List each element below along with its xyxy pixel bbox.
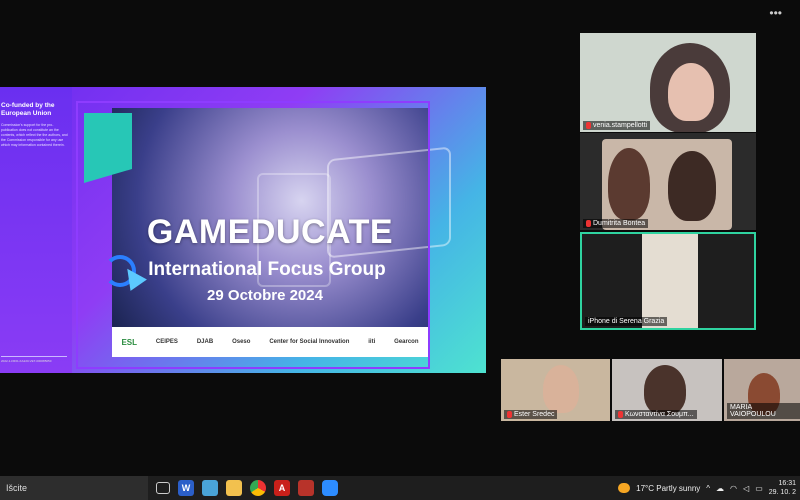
eu-title: Co-funded by the European Union [1, 102, 55, 117]
participant-video [543, 365, 579, 413]
taskbar: Išcite W A 17°C Partly sunny ^ ☁ ◠ ◁ ▭ 1… [0, 476, 800, 500]
system-tray: 17°C Partly sunny ^ ☁ ◠ ◁ ▭ 16:31 29. 10… [618, 479, 800, 497]
acrobat-icon[interactable]: A [274, 480, 290, 496]
search-text: Išcite [6, 483, 28, 493]
participant-video [644, 365, 686, 415]
partner-logo: ESL [121, 337, 138, 347]
tray-up-arrow-icon[interactable]: ^ [706, 484, 710, 493]
cloud-icon[interactable]: ☁ [716, 484, 724, 493]
participant-name: Dumitrita Bontea [593, 220, 646, 227]
notes-app-icon[interactable] [202, 480, 218, 496]
weather-text[interactable]: 17°C Partly sunny [636, 484, 700, 493]
participant-tile[interactable]: Κωνσταντίνα Σουμπ... [612, 359, 722, 421]
eu-disclaimer: Commission's support for the pro- public… [1, 123, 68, 147]
participant-tile[interactable]: MARIA VAIOPOULOU [724, 359, 800, 421]
partner-logo: iiti [368, 339, 376, 345]
battery-icon[interactable]: ▭ [755, 484, 763, 493]
participant-name: venia.stampellotti [593, 122, 648, 129]
participant-video [668, 151, 716, 221]
participant-tile-active-speaker[interactable]: iPhone di Serena Grazia [580, 232, 756, 330]
participant-tile[interactable]: Ester Sredec [501, 359, 610, 421]
partner-logo: CEIPES [155, 339, 178, 345]
weather-icon[interactable] [618, 483, 631, 493]
participant-name: iPhone di Serena Grazia [588, 318, 665, 325]
muted-mic-icon [618, 411, 623, 418]
participant-video [608, 148, 650, 220]
slide-date: 29 Octobre 2024 [207, 287, 323, 304]
participant-tile[interactable]: venia.stampellotti [580, 33, 756, 132]
slide-subtitle: International Focus Group [148, 259, 386, 280]
participant-name-tag: venia.stampellotti [583, 121, 651, 130]
participant-video [642, 234, 698, 328]
volume-icon[interactable]: ◁ [743, 484, 749, 493]
clock-date: 29. 10. 2 [768, 489, 796, 496]
muted-mic-icon [507, 411, 512, 418]
participant-tile[interactable]: Dumitrita Bontea [580, 133, 756, 230]
zoom-icon[interactable] [322, 480, 338, 496]
partner-logo: DJAB [196, 339, 214, 345]
participant-name-tag: Κωνσταντίνα Σουμπ... [615, 410, 697, 419]
muted-mic-icon [586, 220, 591, 227]
slide-sidebar: Co-funded by the European Union Commissi… [0, 87, 72, 373]
participant-name-tag: Dumitrita Bontea [583, 219, 649, 228]
participant-video [668, 63, 714, 121]
task-view-icon[interactable] [156, 482, 170, 494]
muted-mic-icon [586, 122, 591, 129]
clock[interactable]: 16:31 29. 10. 2 [769, 479, 796, 497]
participant-name: Ester Sredec [514, 411, 555, 418]
file-explorer-icon[interactable] [226, 480, 242, 496]
slide-footer: 2022-1-FR01-KA220-VET-000085050 [1, 356, 67, 363]
participant-name-tag: MARIA VAIOPOULOU [727, 403, 800, 419]
partner-logo: Oseso [232, 339, 251, 345]
participant-name-tag: iPhone di Serena Grazia [585, 317, 668, 326]
participant-name: Κωνσταντίνα Σουμπ... [625, 411, 694, 418]
more-options-icon[interactable]: ••• [769, 6, 782, 20]
clock-time: 16:31 [778, 480, 796, 487]
taskbar-apps: W A [156, 480, 338, 496]
partner-logos: ESL CEIPES DJAB Oseso Center for Social … [112, 327, 428, 357]
partner-logo: Gearcon [394, 339, 419, 345]
shared-screen: Co-funded by the European Union Commissi… [0, 87, 486, 373]
chrome-icon[interactable] [250, 480, 266, 496]
partner-logo: Center for Social Innovation [269, 339, 350, 345]
taskbar-search[interactable]: Išcite [0, 476, 148, 500]
slide-title: GAMEDUCATE [146, 213, 394, 251]
word-icon[interactable]: W [178, 480, 194, 496]
participant-name: MARIA VAIOPOULOU [730, 404, 776, 418]
participant-name-tag: Ester Sredec [504, 410, 558, 419]
app-red-icon[interactable] [298, 480, 314, 496]
wifi-icon[interactable]: ◠ [730, 484, 737, 493]
